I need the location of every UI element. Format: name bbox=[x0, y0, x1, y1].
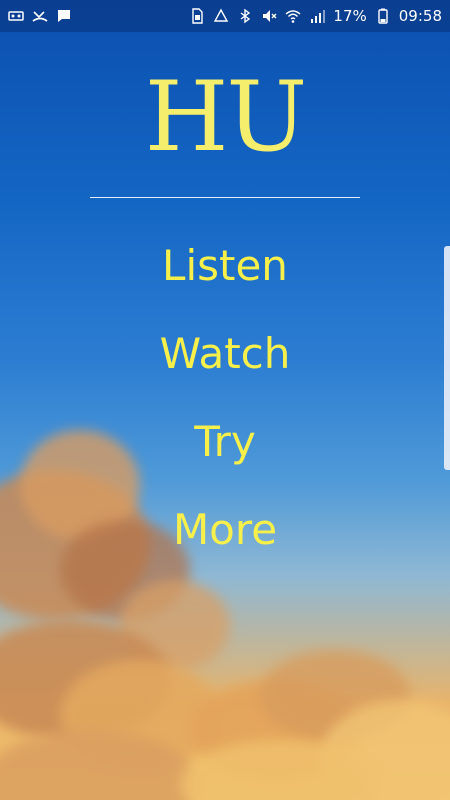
missed-call-icon bbox=[32, 8, 48, 24]
status-left-group bbox=[8, 8, 72, 24]
title-divider bbox=[90, 197, 360, 198]
bluetooth-icon bbox=[237, 8, 253, 24]
voicemail-icon bbox=[8, 8, 24, 24]
clock-time: 09:58 bbox=[398, 7, 442, 25]
data-saver-icon bbox=[213, 8, 229, 24]
status-right-group: 17% 09:58 bbox=[189, 7, 442, 25]
wifi-icon bbox=[285, 8, 301, 24]
menu-item-listen[interactable]: Listen bbox=[162, 222, 288, 310]
signal-icon bbox=[309, 8, 326, 24]
battery-percent: 17% bbox=[333, 7, 367, 25]
mute-icon bbox=[261, 8, 277, 24]
menu-item-watch[interactable]: Watch bbox=[160, 310, 291, 398]
status-bar: 17% 09:58 bbox=[0, 0, 450, 32]
sim-icon bbox=[189, 8, 205, 24]
edge-panel-handle[interactable] bbox=[444, 246, 450, 470]
main-menu: Listen Watch Try More bbox=[0, 222, 450, 574]
app-screen: 17% 09:58 HU Listen Watch Try More bbox=[0, 0, 450, 800]
menu-item-try[interactable]: Try bbox=[194, 398, 256, 486]
message-icon bbox=[56, 8, 72, 24]
menu-item-more[interactable]: More bbox=[173, 486, 277, 574]
app-title: HU bbox=[144, 61, 308, 173]
battery-icon bbox=[375, 8, 391, 24]
